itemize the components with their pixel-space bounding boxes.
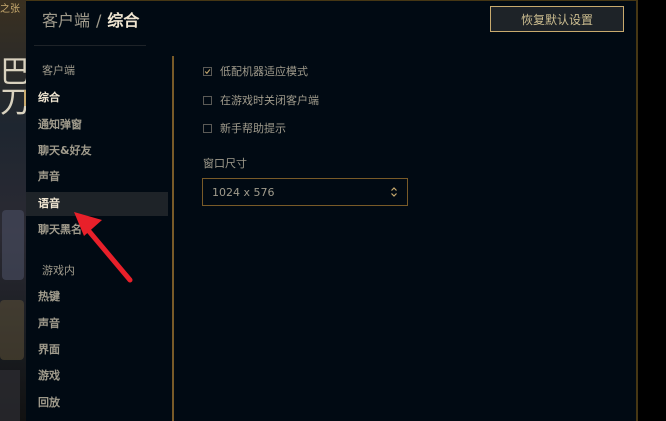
title-divider bbox=[34, 45, 146, 46]
checkmark-icon bbox=[204, 68, 211, 74]
sidebar-item-chat-blacklist[interactable]: 聊天黑名 bbox=[26, 218, 168, 242]
background-figure bbox=[2, 210, 24, 280]
sidebar-divider bbox=[172, 56, 174, 421]
window-size-label: 窗口尺寸 bbox=[203, 157, 247, 170]
option-beginner-tips[interactable]: 新手帮助提示 bbox=[203, 120, 286, 136]
sidebar-item-hotkeys[interactable]: 热键 bbox=[26, 285, 168, 309]
window-size-select[interactable]: 1024 x 576 bbox=[202, 178, 408, 206]
sidebar-item-replay[interactable]: 回放 bbox=[26, 391, 168, 415]
sidebar-item-notifications[interactable]: 通知弹窗 bbox=[26, 113, 168, 137]
option-label: 低配机器适应模式 bbox=[220, 65, 308, 78]
background-corner-text: 之张 bbox=[0, 4, 20, 15]
background-figure bbox=[0, 370, 20, 421]
panel-border bbox=[26, 0, 638, 1]
page-title: 客户端 / 综合 bbox=[42, 7, 139, 31]
checkbox-unchecked[interactable] bbox=[203, 95, 212, 105]
sidebar-item-sound[interactable]: 声音 bbox=[26, 165, 168, 189]
sidebar-item-chat-friends[interactable]: 聊天&好友 bbox=[26, 139, 168, 163]
sidebar-item-general[interactable]: 综合 bbox=[24, 86, 168, 110]
sidebar-section-client: 客户端 bbox=[42, 64, 75, 77]
background-art: 之张 巴刀 bbox=[0, 0, 26, 421]
option-close-client-ingame[interactable]: 在游戏时关闭客户端 bbox=[203, 92, 319, 108]
breadcrumb-current: 综合 bbox=[107, 11, 140, 30]
sidebar-item-voice[interactable]: 语音 bbox=[26, 192, 168, 216]
option-label: 新手帮助提示 bbox=[220, 122, 286, 135]
option-low-spec-mode[interactable]: 低配机器适应模式 bbox=[203, 63, 308, 79]
background-figure bbox=[0, 300, 24, 360]
option-label: 在游戏时关闭客户端 bbox=[220, 94, 319, 107]
outside-area bbox=[638, 0, 666, 421]
checkbox-unchecked[interactable] bbox=[203, 123, 212, 133]
window-size-value: 1024 x 576 bbox=[212, 185, 275, 199]
checkbox-checked[interactable] bbox=[203, 66, 212, 76]
restore-defaults-button[interactable]: 恢复默认设置 bbox=[490, 6, 624, 32]
sidebar-item-game[interactable]: 游戏 bbox=[26, 364, 168, 388]
breadcrumb-parent: 客户端 bbox=[42, 11, 91, 30]
chevron-up-down-icon bbox=[391, 187, 397, 197]
sidebar-item-interface[interactable]: 界面 bbox=[26, 338, 168, 362]
sidebar-item-ingame-sound[interactable]: 声音 bbox=[26, 312, 168, 336]
breadcrumb-separator: / bbox=[96, 11, 102, 30]
background-big-text: 巴刀 bbox=[0, 55, 26, 120]
sidebar-section-ingame: 游戏内 bbox=[42, 264, 75, 277]
